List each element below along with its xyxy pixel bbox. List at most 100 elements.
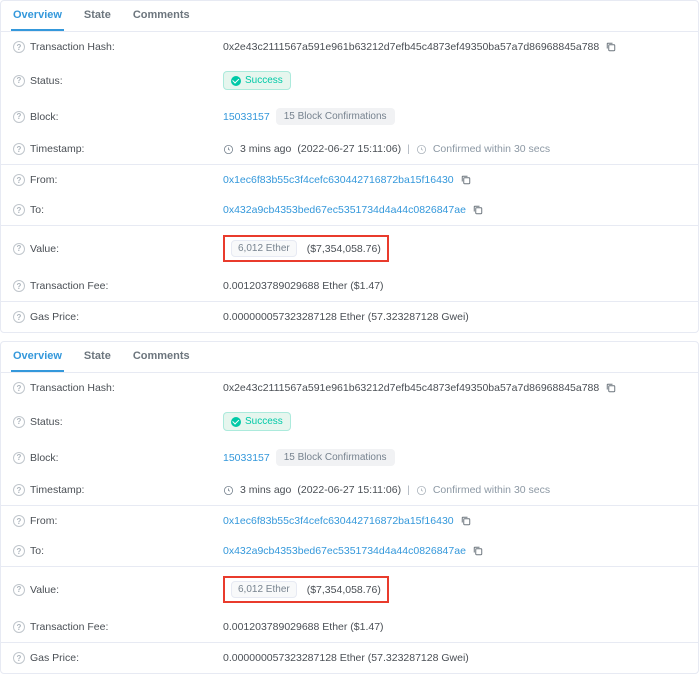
status-badge: Success	[223, 71, 291, 90]
tabs: Overview State Comments	[1, 342, 698, 373]
copy-icon[interactable]	[472, 545, 484, 557]
copy-icon[interactable]	[605, 41, 617, 53]
row-from: ? From: 0x1ec6f83b55c3f4cefc630442716872b…	[1, 506, 698, 536]
help-icon[interactable]: ?	[13, 416, 25, 428]
clock-icon	[223, 485, 234, 496]
copy-icon[interactable]	[472, 204, 484, 216]
value-gasprice: 0.000000057323287128 Ether (57.323287128…	[223, 652, 469, 664]
copy-icon[interactable]	[460, 515, 472, 527]
row-txhash: ? Transaction Hash: 0x2e43c2111567a591e96…	[1, 32, 698, 62]
label-block: Block:	[30, 452, 59, 464]
row-timestamp: ? Timestamp: 3 mins ago (2022-06-27 15:11…	[1, 134, 698, 164]
confirmed-within: Confirmed within 30 secs	[433, 143, 550, 155]
row-gasprice: ? Gas Price: 0.000000057323287128 Ether (…	[1, 643, 698, 673]
label-to: To:	[30, 204, 44, 216]
row-from: ? From: 0x1ec6f83b55c3f4cefc630442716872b…	[1, 165, 698, 195]
tab-overview[interactable]: Overview	[11, 1, 64, 31]
help-icon[interactable]: ?	[13, 382, 25, 394]
divider: |	[407, 484, 410, 496]
label-gasprice: Gas Price:	[30, 652, 79, 664]
value-txhash: 0x2e43c2111567a591e961b63212d7efb45c4873…	[223, 382, 599, 394]
from-address-link[interactable]: 0x1ec6f83b55c3f4cefc630442716872ba15f164…	[223, 174, 454, 186]
label-txfee: Transaction Fee:	[30, 280, 108, 292]
row-value: ? Value: 6,012 Ether ($7,354,058.76)	[1, 226, 698, 271]
help-icon[interactable]: ?	[13, 204, 25, 216]
tabs: Overview State Comments	[1, 1, 698, 32]
tab-overview[interactable]: Overview	[11, 342, 64, 372]
copy-icon[interactable]	[605, 382, 617, 394]
help-icon[interactable]: ?	[13, 311, 25, 323]
clock-icon	[416, 144, 427, 155]
help-icon[interactable]: ?	[13, 584, 25, 596]
help-icon[interactable]: ?	[13, 545, 25, 557]
confirmed-within: Confirmed within 30 secs	[433, 484, 550, 496]
status-text: Success	[245, 416, 283, 427]
value-gasprice: 0.000000057323287128 Ether (57.323287128…	[223, 311, 469, 323]
value-txfee: 0.001203789029688 Ether ($1.47)	[223, 621, 384, 633]
transaction-panel: Overview State Comments ? Transaction Has…	[0, 341, 699, 674]
help-icon[interactable]: ?	[13, 111, 25, 123]
row-to: ? To: 0x432a9cb4353bed67ec5351734d4a44c08…	[1, 536, 698, 566]
label-txhash: Transaction Hash:	[30, 382, 115, 394]
help-icon[interactable]: ?	[13, 174, 25, 186]
row-status: ? Status: Success	[1, 62, 698, 99]
help-icon[interactable]: ?	[13, 75, 25, 87]
help-icon[interactable]: ?	[13, 41, 25, 53]
row-txhash: ? Transaction Hash: 0x2e43c2111567a591e96…	[1, 373, 698, 403]
value-usd: ($7,354,058.76)	[307, 584, 381, 596]
check-icon	[231, 76, 241, 86]
help-icon[interactable]: ?	[13, 484, 25, 496]
help-icon[interactable]: ?	[13, 452, 25, 464]
block-link[interactable]: 15033157	[223, 452, 270, 464]
confirmations-badge: 15 Block Confirmations	[276, 449, 395, 466]
value-txfee: 0.001203789029688 Ether ($1.47)	[223, 280, 384, 292]
help-icon[interactable]: ?	[13, 280, 25, 292]
label-block: Block:	[30, 111, 59, 123]
label-txhash: Transaction Hash:	[30, 41, 115, 53]
label-status: Status:	[30, 75, 63, 87]
to-address-link[interactable]: 0x432a9cb4353bed67ec5351734d4a44c0826847…	[223, 545, 466, 557]
value-usd: ($7,354,058.76)	[307, 243, 381, 255]
transaction-panel: Overview State Comments ? Transaction Has…	[0, 0, 699, 333]
clock-icon	[416, 485, 427, 496]
tab-comments[interactable]: Comments	[131, 342, 192, 372]
value-highlight: 6,012 Ether ($7,354,058.76)	[223, 576, 389, 603]
help-icon[interactable]: ?	[13, 243, 25, 255]
help-icon[interactable]: ?	[13, 143, 25, 155]
label-status: Status:	[30, 416, 63, 428]
from-address-link[interactable]: 0x1ec6f83b55c3f4cefc630442716872ba15f164…	[223, 515, 454, 527]
row-timestamp: ?Timestamp: 3 mins ago (2022-06-27 15:11…	[1, 475, 698, 505]
time-exact: (2022-06-27 15:11:06)	[297, 484, 401, 496]
row-value: ?Value: 6,012 Ether ($7,354,058.76)	[1, 567, 698, 612]
label-value: Value:	[30, 243, 59, 255]
label-timestamp: Timestamp:	[30, 143, 84, 155]
help-icon[interactable]: ?	[13, 621, 25, 633]
time-ago: 3 mins ago	[240, 484, 291, 496]
tab-comments[interactable]: Comments	[131, 1, 192, 31]
label-txfee: Transaction Fee:	[30, 621, 108, 633]
value-highlight: 6,012 Ether ($7,354,058.76)	[223, 235, 389, 262]
copy-icon[interactable]	[460, 174, 472, 186]
confirmations-badge: 15 Block Confirmations	[276, 108, 395, 125]
value-ether: 6,012 Ether	[231, 581, 297, 598]
row-block: ? Block: 15033157 15 Block Confirmations	[1, 440, 698, 475]
time-ago: 3 mins ago	[240, 143, 291, 155]
value-txhash: 0x2e43c2111567a591e961b63212d7efb45c4873…	[223, 41, 599, 53]
help-icon[interactable]: ?	[13, 515, 25, 527]
status-text: Success	[245, 75, 283, 86]
time-exact: (2022-06-27 15:11:06)	[297, 143, 401, 155]
row-txfee: ? Transaction Fee: 0.001203789029688 Ethe…	[1, 271, 698, 301]
block-link[interactable]: 15033157	[223, 111, 270, 123]
label-from: From:	[30, 515, 57, 527]
clock-icon	[223, 144, 234, 155]
value-ether: 6,012 Ether	[231, 240, 297, 257]
label-to: To:	[30, 545, 44, 557]
label-from: From:	[30, 174, 57, 186]
tab-state[interactable]: State	[82, 342, 113, 372]
to-address-link[interactable]: 0x432a9cb4353bed67ec5351734d4a44c0826847…	[223, 204, 466, 216]
row-gasprice: ? Gas Price: 0.000000057323287128 Ether (…	[1, 302, 698, 332]
help-icon[interactable]: ?	[13, 652, 25, 664]
row-to: ? To: 0x432a9cb4353bed67ec5351734d4a44c08…	[1, 195, 698, 225]
label-gasprice: Gas Price:	[30, 311, 79, 323]
tab-state[interactable]: State	[82, 1, 113, 31]
